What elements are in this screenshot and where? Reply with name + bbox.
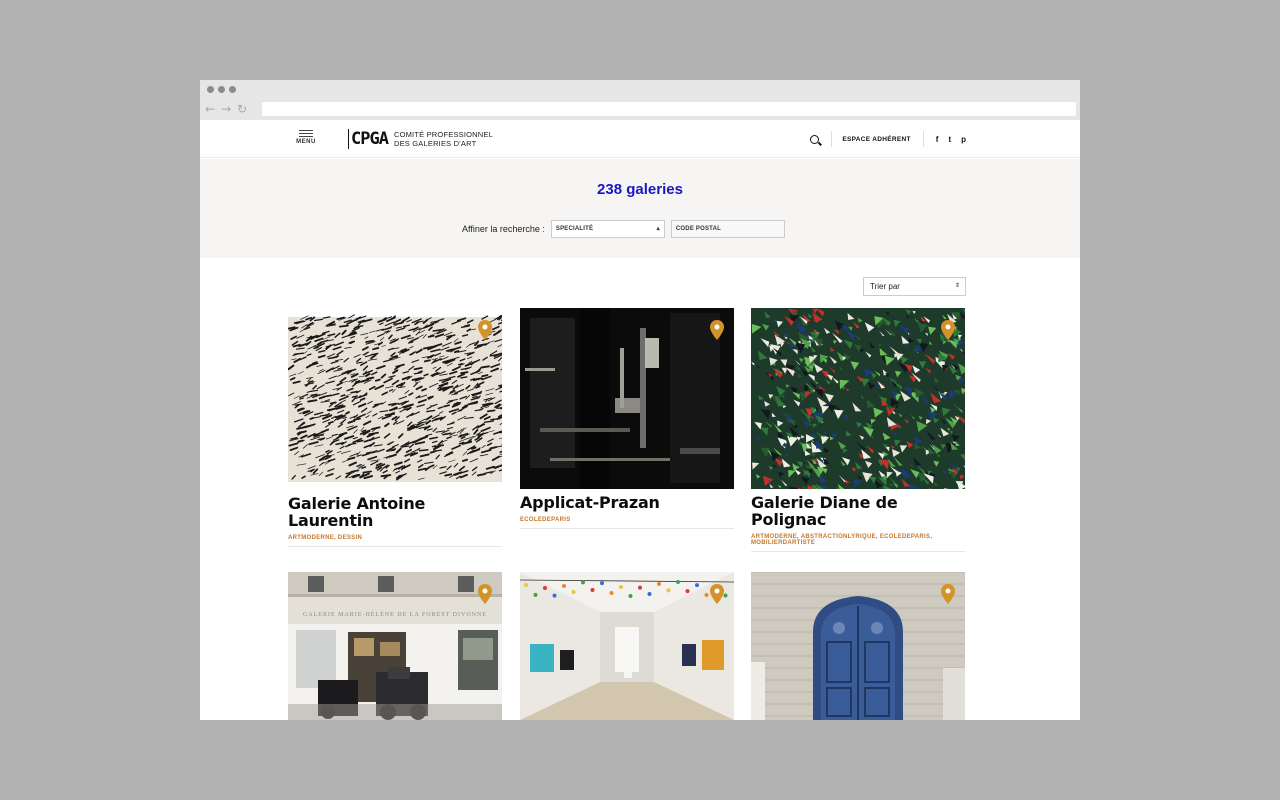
logo-mark: CPGA (348, 129, 389, 149)
menu-label: MENU (296, 139, 316, 145)
social-links: f t p (936, 135, 966, 144)
gallery-count: 238 galeries (597, 181, 683, 198)
twitter-icon[interactable]: t (948, 135, 951, 144)
gallery-image[interactable] (751, 572, 965, 720)
back-icon[interactable]: ← (205, 103, 215, 115)
sort-select[interactable]: Trier par ⇕ (863, 277, 966, 296)
map-pin-icon[interactable] (710, 320, 724, 340)
browser-chrome: ← → ↻ (200, 80, 1080, 120)
gallery-tags: ARTMODERNE, ABSTRACTIONLYRIQUE, ECOLEDEP… (751, 534, 965, 552)
espace-adherent-link[interactable]: ESPACE ADHÉRENT (842, 136, 910, 143)
reload-icon[interactable]: ↻ (237, 103, 247, 115)
url-bar[interactable] (262, 102, 1076, 116)
specialite-select[interactable]: SPECIALITÉ ▴ (550, 220, 665, 238)
search-icon[interactable] (810, 134, 820, 144)
header-actions: ESPACE ADHÉRENT f t p (810, 131, 966, 147)
site-logo[interactable]: CPGA COMITÉ PROFESSIONNEL DES GALERIES D… (348, 129, 493, 149)
filter-band: 238 galeries Affiner la recherche : SPEC… (200, 159, 1080, 258)
storefront-photo: GALERIE MARIE-HÉLÈNE DE LA FOREST DIVONN… (288, 572, 502, 720)
facebook-icon[interactable]: f (936, 135, 939, 144)
browser-nav: ← → ↻ (205, 103, 247, 115)
gallery-card[interactable]: GALERIE MARIE-HÉLÈNE DE LA FOREST DIVONN… (288, 572, 502, 720)
gallery-image[interactable] (520, 572, 734, 720)
menu-button[interactable]: MENU (296, 130, 316, 145)
gallery-image[interactable] (751, 308, 965, 489)
gallery-card[interactable]: Applicat-Prazan ECOLEDEPARIS (520, 308, 734, 529)
hamburger-icon (296, 130, 316, 137)
gallery-tags: ECOLEDEPARIS (520, 517, 734, 529)
gallery-interior-photo (520, 572, 734, 720)
gallery-name[interactable]: Applicat-Prazan (520, 494, 734, 511)
abstract-painting (520, 308, 734, 489)
gallery-name[interactable]: Galerie Diane de Polignac (751, 494, 965, 528)
divider (922, 131, 924, 147)
gallery-card[interactable] (520, 572, 734, 720)
storefront-sign: GALERIE MARIE-HÉLÈNE DE LA FOREST DIVONN… (303, 610, 487, 618)
gallery-card[interactable]: Galerie Antoine Laurentin ARTMODERNE, DE… (288, 308, 502, 547)
mosaic-painting (751, 308, 965, 489)
window-controls[interactable] (207, 86, 236, 93)
gallery-card[interactable]: Galerie Diane de Polignac ARTMODERNE, AB… (751, 308, 965, 552)
gallery-tags: ARTMODERNE, DESSIN (288, 535, 502, 547)
map-pin-icon[interactable] (478, 320, 492, 340)
specialite-value: SPECIALITÉ (555, 226, 594, 232)
logo-text: COMITÉ PROFESSIONNEL DES GALERIES D'ART (394, 130, 493, 148)
site-header: MENU CPGA COMITÉ PROFESSIONNEL DES GALER… (200, 120, 1080, 158)
select-arrows-icon: ⇕ (954, 283, 960, 289)
pinterest-icon[interactable]: p (961, 135, 966, 144)
map-pin-icon[interactable] (478, 584, 492, 604)
gallery-image[interactable]: GALERIE MARIE-HÉLÈNE DE LA FOREST DIVONN… (288, 572, 502, 720)
logo-line-2: DES GALERIES D'ART (393, 139, 477, 148)
blue-door-photo (751, 572, 965, 720)
drawing-artwork (288, 314, 502, 482)
code-postal-input[interactable]: CODE POSTAL (670, 220, 785, 238)
gallery-card[interactable] (751, 572, 965, 720)
sort-value: Trier par (870, 282, 900, 291)
map-pin-icon[interactable] (710, 584, 724, 604)
gallery-image[interactable] (520, 308, 734, 489)
logo-line-1: COMITÉ PROFESSIONNEL (393, 130, 493, 139)
map-pin-icon[interactable] (941, 584, 955, 604)
refine-label: Affiner la recherche : (462, 224, 545, 234)
map-pin-icon[interactable] (941, 320, 955, 340)
divider (831, 131, 833, 147)
select-arrows-icon: ▴ (656, 226, 660, 232)
browser-window: ← → ↻ MENU CPGA COMITÉ PROFESSIONNEL DES… (200, 80, 1080, 720)
gallery-image[interactable] (288, 308, 502, 490)
refine-row: Affiner la recherche : SPECIALITÉ ▴ CODE… (462, 220, 785, 238)
forward-icon[interactable]: → (221, 103, 231, 115)
gallery-name[interactable]: Galerie Antoine Laurentin (288, 495, 502, 529)
